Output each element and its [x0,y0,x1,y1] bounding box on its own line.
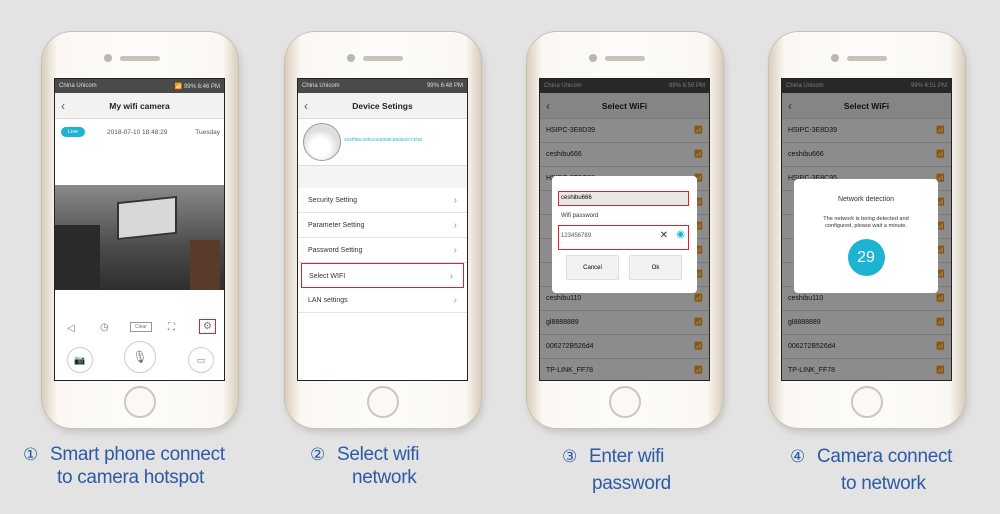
phone-3: China Unicom 99% 6:50 PM ‹ Select WiFi HSI… [527,32,723,428]
phone-1: China Unicom 📶 99% 6:46 PM ‹ My wifi camer… [42,32,238,428]
live-badge[interactable]: Live [61,127,86,137]
fullscreen-icon[interactable]: ⛶ [168,322,175,333]
settings-item[interactable]: LAN settings › [298,288,467,313]
device-row[interactable]: 40eff98c40fe10eb008cb8d2efe74f48 [298,119,467,166]
camera-video-feed[interactable] [55,185,224,290]
chevron-right-icon: › [453,245,457,256]
phone-2: China Unicom 99% 6:48 PM ‹ Device Setings … [285,32,481,428]
settings-list: Security Setting › Parameter Setting › Passw… [298,188,467,313]
phone-4: China Unicom 99% 6:51 PM ‹ Select WiFi HSI… [769,32,965,428]
screen-device-settings: China Unicom 99% 6:48 PM ‹ Device Setings … [297,78,468,381]
speaker [847,56,887,61]
home-button[interactable] [367,386,399,418]
dialog-message: The network is being detected and [823,216,909,222]
clear-button[interactable]: Clear [130,322,152,332]
chevron-right-icon: › [453,220,457,231]
speaker [605,56,645,61]
speaker [363,56,403,61]
microphone-icon[interactable]: 🎙 [124,341,156,373]
settings-item[interactable]: Select WIFI › [301,263,464,288]
front-camera [589,54,597,62]
clear-icon[interactable]: ✕ [660,230,668,241]
caption-step-1: ① Smart phone connect to camera hotspot [23,444,225,488]
show-password-eye-icon[interactable]: ◉ [676,229,685,240]
front-camera [347,54,355,62]
back-icon[interactable]: ‹ [304,93,308,119]
chevron-right-icon: › [453,195,457,206]
screen-my-wifi-camera: China Unicom 📶 99% 6:46 PM ‹ My wifi camer… [54,78,225,381]
datetime: 2018-07-10 18:48:29 [107,129,168,136]
device-id: 40eff98c40fe10eb008cb8d2efe74f48 [344,138,423,143]
home-button[interactable] [609,386,641,418]
dialog-message: configured, please wait a minute. [825,223,907,229]
page-title: Device Setings [352,101,413,111]
home-button[interactable] [124,386,156,418]
settings-item[interactable]: Security Setting › [298,188,467,213]
dialog-title: Network detection [837,196,895,203]
home-button[interactable] [851,386,883,418]
password-label: Wifi password [561,213,599,219]
page-title: My wifi camera [109,101,170,111]
caption-step-2: ② Select wifi network [310,444,420,488]
ssid-field[interactable]: ceshibu666 [558,191,689,206]
history-icon[interactable]: ◷ [100,322,109,333]
ok-button[interactable]: Ok [629,255,682,280]
settings-item[interactable]: Password Setting › [298,238,467,263]
header: ‹ My wifi camera [55,93,224,119]
snapshot-icon[interactable]: 📷 [67,347,93,373]
caption-step-4: ④ Camera connect to network [790,446,953,494]
status-bar: China Unicom 99% 6:48 PM [298,79,467,93]
chevron-right-icon: › [453,295,457,306]
back-icon[interactable]: ‹ [61,93,65,119]
settings-item[interactable]: Parameter Setting › [298,213,467,238]
screen-select-wifi: China Unicom 99% 6:50 PM ‹ Select WiFi HSI… [539,78,710,381]
front-camera [831,54,839,62]
countdown-circle: 29 [847,239,885,276]
signal-icon: 📶 [174,83,183,90]
speaker [120,56,160,61]
caption-step-3: ③ Enter wifi password [562,446,671,494]
settings-icon[interactable]: ⚙ [199,319,216,334]
cancel-button[interactable]: Cancel [566,255,619,280]
wifi-password-dialog: ceshibu666 Wifi password 123456789 ✕ ◉ C… [552,176,697,293]
header: ‹ Device Setings [298,93,467,119]
network-detection-dialog: Network detection The network is being d… [794,179,938,293]
password-field[interactable]: 123456789 ✕ ◉ [558,225,689,250]
front-camera [104,54,112,62]
status-bar: China Unicom 📶 99% 6:46 PM [55,79,224,93]
mute-icon[interactable]: ◁ [67,323,75,334]
weekday: Tuesday [195,129,220,136]
camera-device-image [303,123,341,161]
screen-network-detection: China Unicom 99% 6:51 PM ‹ Select WiFi HSI… [781,78,952,381]
chevron-right-icon: › [449,271,453,282]
record-icon[interactable]: ▭ [188,347,214,373]
